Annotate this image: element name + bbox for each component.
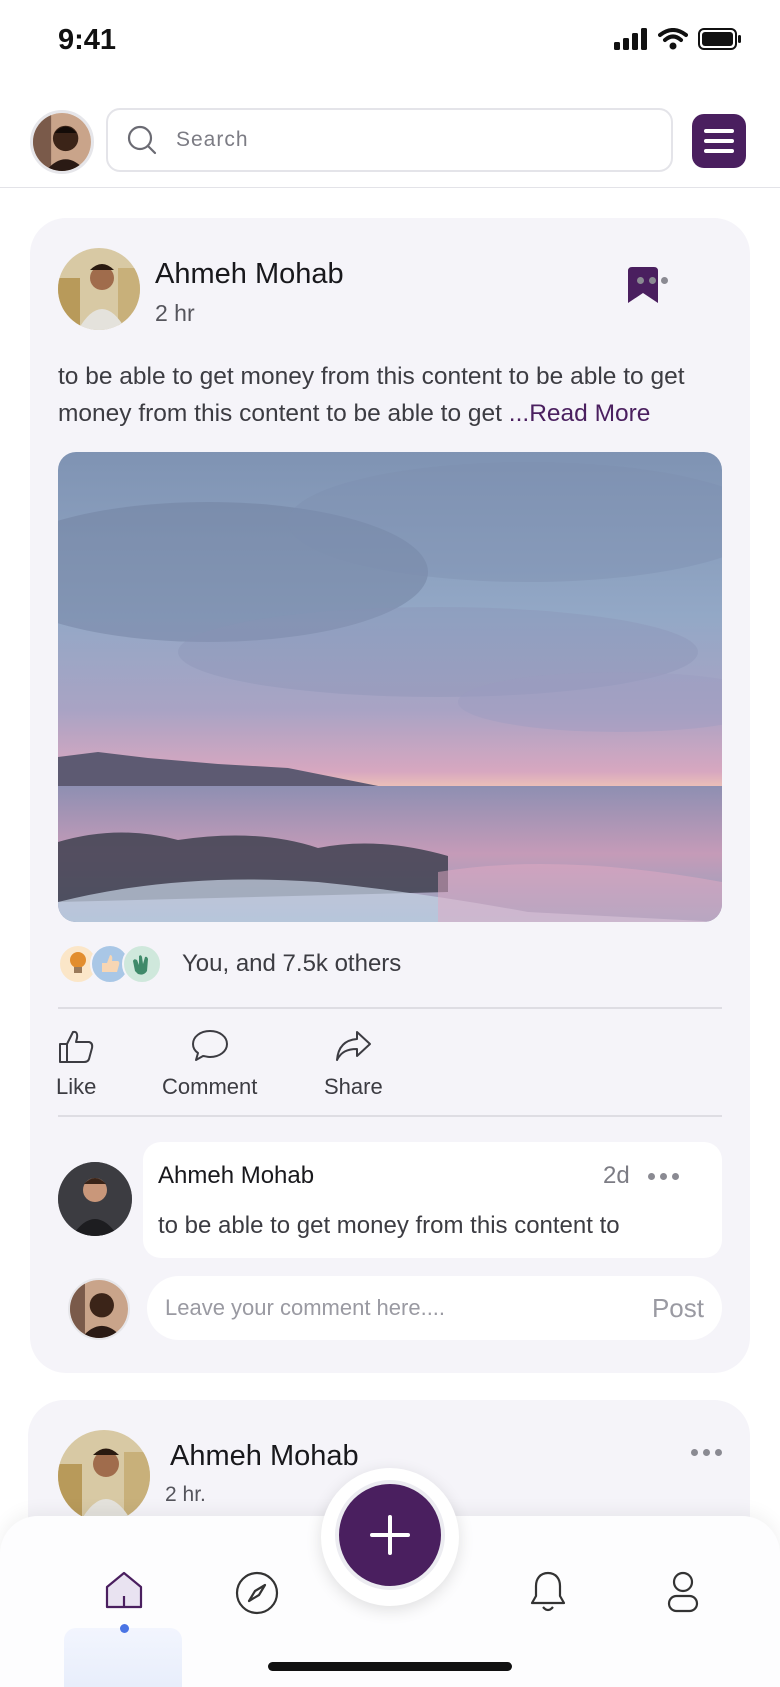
- nav-profile[interactable]: [666, 1570, 700, 1614]
- author-avatar[interactable]: [58, 248, 140, 330]
- bell-icon: [530, 1571, 566, 1612]
- post-card: Ahmeh Mohab 2 hr to be able to get money…: [30, 218, 750, 1373]
- divider: [58, 1007, 722, 1009]
- post-text: to be able to get money from this conten…: [58, 358, 728, 432]
- comment-icon: [191, 1030, 228, 1061]
- create-post-button[interactable]: [335, 1480, 445, 1590]
- home-indicator: [268, 1662, 512, 1671]
- status-bar: 9:41: [0, 0, 780, 90]
- author-name[interactable]: Ahmeh Mohab: [170, 1440, 359, 1473]
- menu-button[interactable]: [692, 114, 746, 168]
- comment-bubble: Ahmeh Mohab 2d to be able to get money f…: [143, 1142, 722, 1258]
- plus-icon: [370, 1515, 410, 1555]
- wifi-icon: [658, 28, 688, 50]
- menu-icon-bar: [704, 149, 734, 153]
- like-button[interactable]: Like: [56, 1026, 96, 1100]
- battery-icon: [698, 28, 741, 50]
- comment-input[interactable]: [165, 1295, 652, 1321]
- compass-icon: [235, 1571, 279, 1615]
- search-icon: [127, 125, 157, 155]
- like-icon: [59, 1030, 94, 1063]
- post-time: 2 hr: [155, 300, 195, 326]
- like-label: Like: [56, 1074, 97, 1099]
- reactions[interactable]: You, and 7.5k others: [58, 944, 401, 984]
- reactions-text: You, and 7.5k others: [182, 950, 402, 977]
- home-icon: [105, 1571, 143, 1609]
- commenter-avatar[interactable]: [58, 1162, 132, 1236]
- share-button[interactable]: Share: [324, 1026, 383, 1100]
- more-icon[interactable]: [637, 277, 668, 284]
- status-icons: [614, 28, 742, 50]
- post-image[interactable]: [58, 452, 722, 922]
- nav-home[interactable]: [104, 1570, 144, 1633]
- bookmark-icon[interactable]: [626, 266, 660, 304]
- status-time: 9:41: [58, 24, 117, 56]
- share-label: Share: [324, 1074, 383, 1099]
- top-bar: [0, 100, 780, 188]
- home-highlight: [64, 1628, 182, 1687]
- active-indicator: [119, 1624, 129, 1633]
- comment-input-box[interactable]: Post: [147, 1276, 722, 1340]
- reply-avatar: [68, 1278, 130, 1340]
- comment-text: to be able to get money from this conten…: [158, 1212, 620, 1239]
- commenter-name[interactable]: Ahmeh Mohab: [158, 1162, 314, 1190]
- user-avatar[interactable]: [30, 110, 94, 174]
- share-icon: [336, 1031, 372, 1061]
- search-input[interactable]: [176, 128, 596, 152]
- signal-icon: [614, 28, 647, 50]
- comment-label: Comment: [162, 1074, 258, 1099]
- nav-explore[interactable]: [234, 1570, 280, 1616]
- comment-more-icon[interactable]: [648, 1173, 679, 1180]
- nav-notifications[interactable]: [528, 1570, 568, 1614]
- read-more-link[interactable]: ...Read More: [509, 400, 651, 427]
- divider: [58, 1115, 722, 1117]
- comment-time: 2d: [603, 1162, 630, 1189]
- profile-icon: [667, 1571, 699, 1613]
- author-name[interactable]: Ahmeh Mohab: [155, 258, 344, 291]
- menu-icon-bar: [704, 139, 734, 143]
- post-comment-button[interactable]: Post: [652, 1293, 704, 1324]
- post-time: 2 hr.: [165, 1483, 206, 1506]
- comment-button[interactable]: Comment: [162, 1026, 257, 1100]
- clap-reaction-icon: [122, 944, 162, 984]
- search-bar[interactable]: [106, 108, 673, 172]
- author-avatar[interactable]: [58, 1430, 150, 1522]
- more-icon[interactable]: [691, 1449, 722, 1456]
- menu-icon: [704, 129, 734, 133]
